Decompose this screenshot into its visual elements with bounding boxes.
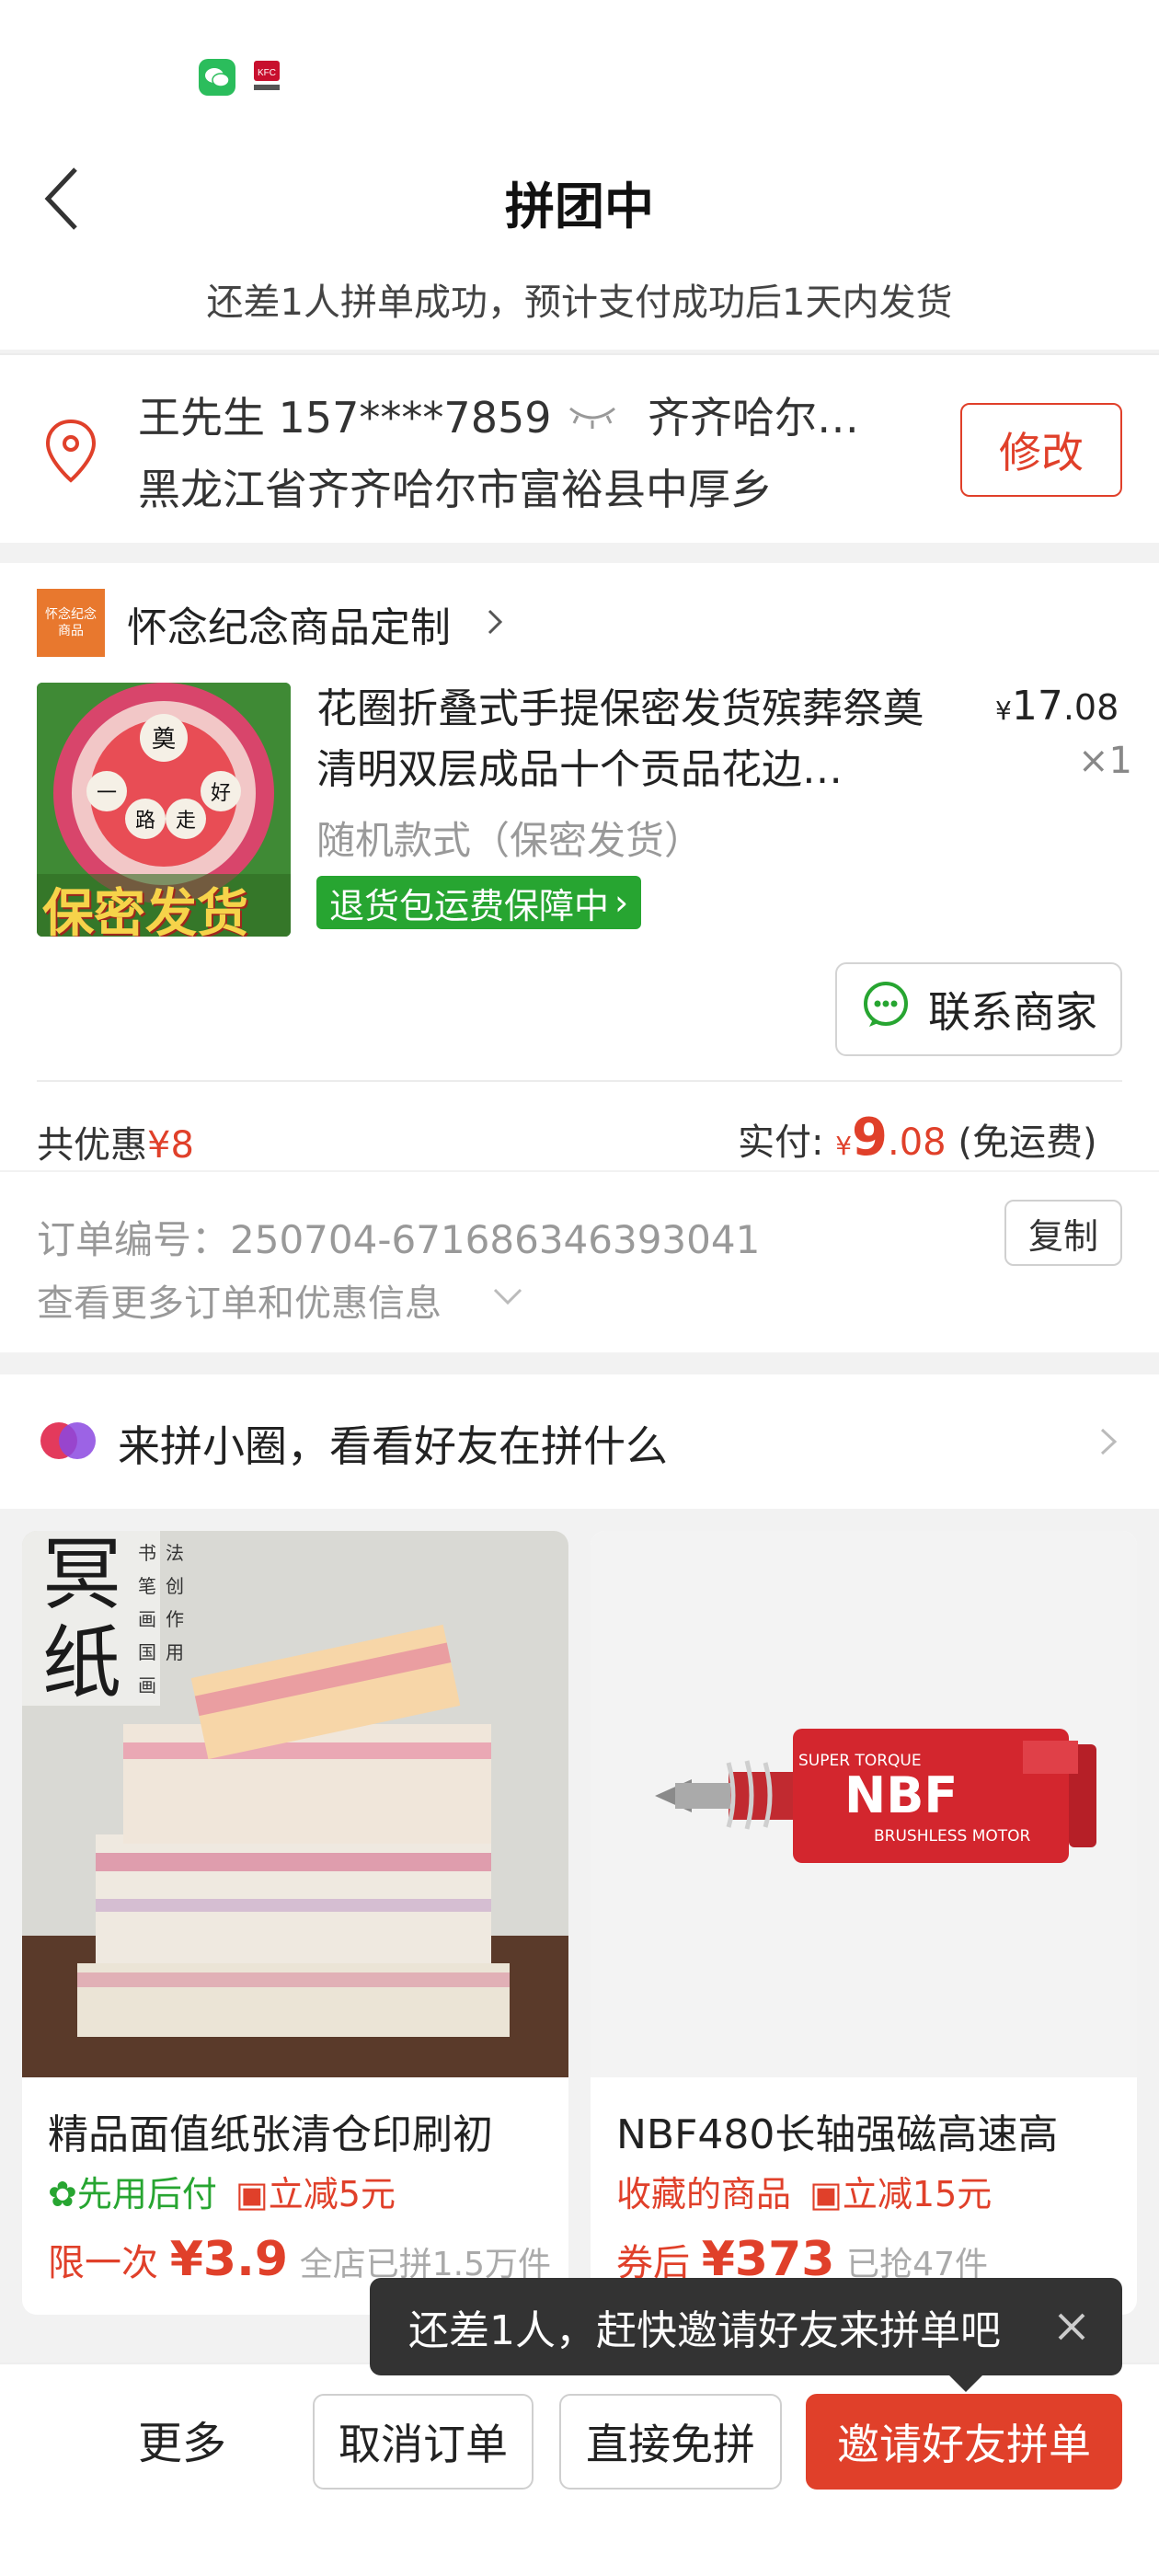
- address-city-preview: 齐齐哈尔…: [648, 393, 859, 443]
- image-brand: NBF: [844, 1766, 958, 1824]
- copy-order-button[interactable]: 复制: [1004, 1200, 1122, 1266]
- svg-text:奠: 奠: [152, 726, 176, 753]
- coupon-icon: ▣: [235, 2174, 269, 2214]
- hide-eye-icon[interactable]: [565, 396, 620, 432]
- order-number: 订单编号：250704-671686346393041: [37, 1217, 761, 1262]
- status-bar: [0, 0, 1159, 138]
- svg-text:一: 一: [97, 782, 117, 805]
- invite-friends-button[interactable]: 邀请好友拼单: [806, 2394, 1122, 2490]
- kfc-coffee-icon: KFC: [250, 59, 283, 96]
- shop-name-link[interactable]: 怀念纪念商品定制: [127, 594, 451, 653]
- recommend-title: NBF480长轴强磁高速高: [616, 2111, 1059, 2158]
- pay-later-icon: ✿: [48, 2174, 77, 2214]
- return-shipping-badge[interactable]: 退货包运费保障中 ›: [316, 876, 642, 929]
- svg-text:好: 好: [211, 782, 231, 805]
- address-detail: 黑龙江省齐齐哈尔市富裕县中厚乡: [138, 465, 773, 514]
- circle-banner-text: 来拼小圈，看看好友在拼什么: [118, 1421, 668, 1471]
- recommend-title: 精品面值纸张清仓印刷初: [48, 2111, 493, 2158]
- more-order-info-link[interactable]: 查看更多订单和优惠信息: [37, 1273, 442, 1327]
- wechat-icon: [199, 59, 235, 96]
- circle-logo-icon: [37, 1417, 101, 1465]
- recommend-tags: 收藏的商品 ▣立减15元: [616, 2174, 993, 2214]
- more-button[interactable]: 更多: [138, 2407, 226, 2471]
- contact-seller-button[interactable]: 联系商家: [835, 962, 1122, 1056]
- recipient-name-phone: 王先生 157****7859: [138, 393, 552, 443]
- chevron-right-icon: ›: [614, 882, 629, 923]
- recommend-card[interactable]: 冥纸 书法 笔创 画作 国用 画 精品面值纸张清仓印刷初 ✿先用后付 ▣立减5元…: [22, 1531, 568, 2315]
- shop-logo: 怀念纪念商品: [37, 589, 105, 657]
- product-image[interactable]: 奠 一 路 走 好 保密发货: [37, 683, 291, 937]
- invite-toast: 还差1人，赶快邀请好友来拼单吧: [370, 2278, 1122, 2375]
- product-price: ¥17.08: [995, 683, 1119, 730]
- total-discount: 共优惠¥8: [37, 1124, 194, 1167]
- direct-free-group-button[interactable]: 直接免拼: [559, 2394, 782, 2490]
- chevron-right-icon: [482, 602, 510, 642]
- image-side-text: 书法 笔创 画作 国用 画: [138, 1542, 184, 1696]
- chat-bubble-icon: [860, 979, 912, 1041]
- product-title[interactable]: 花圈折叠式手提保密发货殡葬祭奠清明双层成品十个贡品花边…: [316, 679, 942, 800]
- edit-address-button[interactable]: 修改: [960, 403, 1122, 497]
- divider: [37, 1080, 1122, 1082]
- recommend-image: 冥纸 书法 笔创 画作 国用 画: [22, 1531, 568, 2077]
- location-pin-icon: [39, 414, 103, 488]
- toast-pointer: [947, 2374, 984, 2392]
- close-icon[interactable]: [1054, 2309, 1089, 2344]
- group-status-text: 还差1人拼单成功，预计支付成功后1天内发货: [206, 282, 953, 324]
- coupon-icon: ▣: [809, 2174, 843, 2214]
- cancel-order-button[interactable]: 取消订单: [313, 2394, 534, 2490]
- image-sub-bottom: BRUSHLESS MOTOR: [874, 1827, 1031, 1846]
- chevron-down-icon: [489, 1282, 526, 1310]
- product-quantity: ×1: [1078, 740, 1132, 782]
- page-title: 拼团中: [505, 178, 654, 236]
- svg-text:路: 路: [135, 810, 155, 833]
- svg-text:KFC: KFC: [258, 68, 276, 78]
- image-caption: 保密发货: [42, 884, 248, 937]
- recommend-card[interactable]: SUPER TORQUE NBF BRUSHLESS MOTOR NBF480长…: [591, 1531, 1137, 2315]
- recommend-tags: ✿先用后付 ▣立减5元: [48, 2174, 396, 2214]
- chevron-right-icon: [1095, 1420, 1122, 1463]
- image-heading: 冥纸: [42, 1531, 121, 1709]
- recommend-image: SUPER TORQUE NBF BRUSHLESS MOTOR: [591, 1531, 1137, 2077]
- svg-text:走: 走: [176, 810, 196, 833]
- product-variant: 随机款式（保密发货）: [316, 818, 704, 863]
- actual-payment: 实付: ¥9.08 (免运费): [738, 1108, 1097, 1167]
